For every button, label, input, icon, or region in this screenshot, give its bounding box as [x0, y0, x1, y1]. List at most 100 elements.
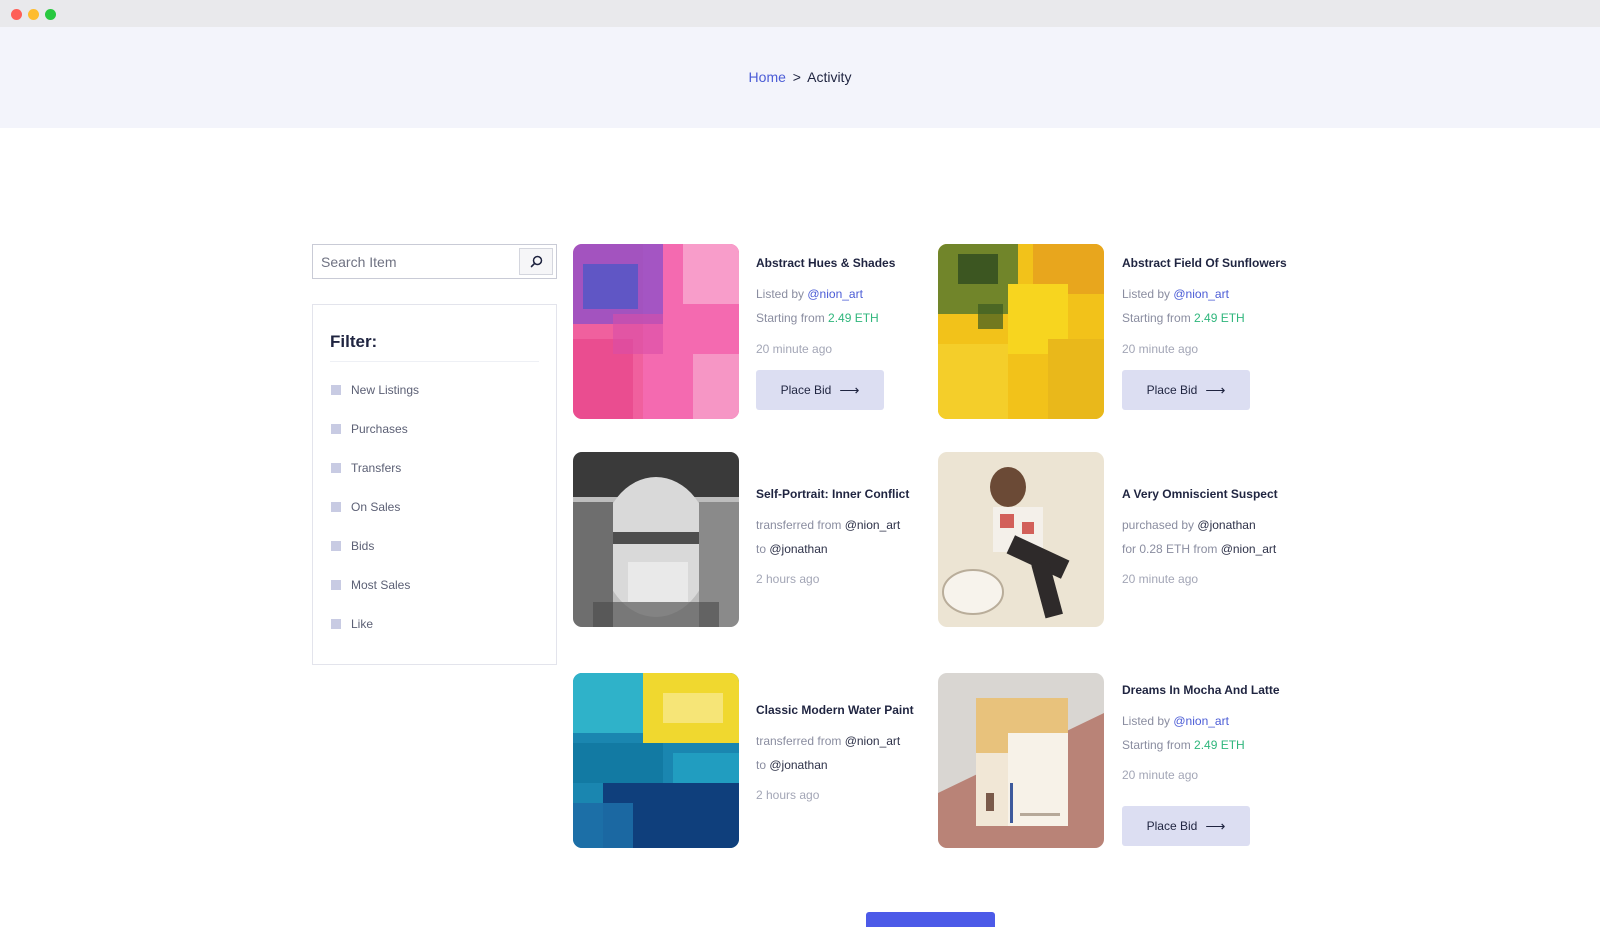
user-link[interactable]: @nion_art [1221, 542, 1277, 556]
filter-label: New Listings [351, 383, 420, 397]
card-text: for 0.28 ETH from [1122, 542, 1221, 556]
card-text: purchased by [1122, 518, 1198, 532]
search-button[interactable] [519, 248, 553, 275]
card-text: to [756, 758, 770, 772]
place-bid-button[interactable]: Place Bid ⟶ [1122, 806, 1250, 846]
card-time: 20 minute ago [1122, 768, 1199, 782]
filter-label: Purchases [351, 422, 408, 436]
filter-checkbox[interactable] [331, 502, 341, 512]
user-link[interactable]: @jonathan [1197, 518, 1255, 532]
filter-checkbox[interactable] [331, 463, 341, 473]
filter-panel: Filter: New Listings Purchases Transfers… [312, 304, 557, 665]
window-titlebar [0, 0, 1600, 27]
filter-most-sales[interactable]: Most Sales [331, 578, 410, 592]
card-text: Listed by [1122, 287, 1174, 301]
artwork-image-sunflowers[interactable] [938, 244, 1104, 419]
card-text: Starting from [1122, 311, 1195, 325]
card-text: Starting from [1122, 738, 1195, 752]
artwork-image-mocha-latte[interactable] [938, 673, 1104, 848]
minimize-window-dot[interactable] [28, 9, 39, 20]
card-text: to [756, 542, 770, 556]
filter-label: Transfers [351, 461, 402, 475]
filter-transfers[interactable]: Transfers [331, 461, 401, 475]
card-price: Starting from 2.49 ETH [1122, 311, 1245, 325]
card-listed-by: Listed by @nion_art [756, 287, 863, 301]
price-value: 2.49 ETH [1194, 311, 1245, 325]
arrow-right-icon: ⟶ [1205, 382, 1226, 398]
card-time: 2 hours ago [756, 572, 820, 586]
card-transferred-to: to @jonathan [756, 542, 828, 556]
card-title[interactable]: A Very Omniscient Suspect [1122, 487, 1278, 501]
place-bid-button[interactable]: Place Bid ⟶ [756, 370, 884, 410]
filter-label: Bids [351, 539, 375, 553]
artwork-image-abstract-hues[interactable] [573, 244, 739, 419]
arrow-right-icon: ⟶ [1205, 818, 1226, 834]
card-listed-by: Listed by @nion_art [1122, 714, 1229, 728]
card-title[interactable]: Self-Portrait: Inner Conflict [756, 487, 909, 501]
card-purchased-by: purchased by @jonathan [1122, 518, 1256, 532]
card-text: transferred from [756, 734, 845, 748]
search-input[interactable] [313, 245, 518, 278]
artwork-image-self-portrait[interactable] [573, 452, 739, 627]
card-title[interactable]: Dreams In Mocha And Latte [1122, 683, 1280, 697]
button-label: Place Bid [1146, 819, 1198, 833]
filter-label: On Sales [351, 500, 401, 514]
card-price: Starting from 2.49 ETH [1122, 738, 1245, 752]
arrow-right-icon: ⟶ [839, 382, 860, 398]
card-transferred-to: to @jonathan [756, 758, 828, 772]
filter-checkbox[interactable] [331, 541, 341, 551]
load-more-button[interactable] [866, 912, 995, 927]
user-link[interactable]: @jonathan [769, 542, 827, 556]
card-text: transferred from [756, 518, 845, 532]
filter-checkbox[interactable] [331, 424, 341, 434]
filter-title: Filter: [330, 332, 378, 351]
button-label: Place Bid [1146, 383, 1198, 397]
card-text: Listed by [756, 287, 808, 301]
breadcrumb-separator: > [792, 69, 801, 85]
breadcrumb-current: Activity [807, 69, 852, 85]
card-title[interactable]: Abstract Field Of Sunflowers [1122, 256, 1287, 270]
card-title[interactable]: Classic Modern Water Paint [756, 703, 914, 717]
filter-purchases[interactable]: Purchases [331, 422, 408, 436]
breadcrumb: Home > Activity [0, 69, 1600, 85]
card-text: Listed by [1122, 714, 1174, 728]
price-value: 2.49 ETH [828, 311, 879, 325]
card-listed-by: Listed by @nion_art [1122, 287, 1229, 301]
artwork-image-water-paint[interactable] [573, 673, 739, 848]
card-time: 20 minute ago [1122, 342, 1199, 356]
filter-bids[interactable]: Bids [331, 539, 374, 553]
card-price: Starting from 2.49 ETH [756, 311, 879, 325]
user-link[interactable]: @jonathan [769, 758, 827, 772]
user-link[interactable]: @nion_art [1173, 714, 1229, 728]
search-icon [530, 255, 542, 268]
button-label: Place Bid [780, 383, 832, 397]
filter-divider [330, 361, 539, 362]
card-time: 20 minute ago [756, 342, 833, 356]
card-text: Starting from [756, 311, 829, 325]
card-title[interactable]: Abstract Hues & Shades [756, 256, 895, 270]
filter-like[interactable]: Like [331, 617, 373, 631]
search-box [312, 244, 557, 279]
card-time: 2 hours ago [756, 788, 820, 802]
card-purchase-price: for 0.28 ETH from @nion_art [1122, 542, 1276, 556]
price-value: 2.49 ETH [1194, 738, 1245, 752]
user-link[interactable]: @nion_art [845, 734, 901, 748]
filter-new-listings[interactable]: New Listings [331, 383, 419, 397]
filter-checkbox[interactable] [331, 385, 341, 395]
user-link[interactable]: @nion_art [845, 518, 901, 532]
breadcrumb-home-link[interactable]: Home [749, 69, 786, 85]
user-link[interactable]: @nion_art [807, 287, 863, 301]
card-transferred-from: transferred from @nion_art [756, 518, 900, 532]
user-link[interactable]: @nion_art [1173, 287, 1229, 301]
filter-checkbox[interactable] [331, 580, 341, 590]
filter-checkbox[interactable] [331, 619, 341, 629]
close-window-dot[interactable] [11, 9, 22, 20]
card-transferred-from: transferred from @nion_art [756, 734, 900, 748]
place-bid-button[interactable]: Place Bid ⟶ [1122, 370, 1250, 410]
maximize-window-dot[interactable] [45, 9, 56, 20]
page-banner: Home > Activity [0, 27, 1600, 128]
filter-label: Like [351, 617, 374, 631]
artwork-image-omniscient-suspect[interactable] [938, 452, 1104, 627]
card-time: 20 minute ago [1122, 572, 1199, 586]
filter-on-sales[interactable]: On Sales [331, 500, 400, 514]
